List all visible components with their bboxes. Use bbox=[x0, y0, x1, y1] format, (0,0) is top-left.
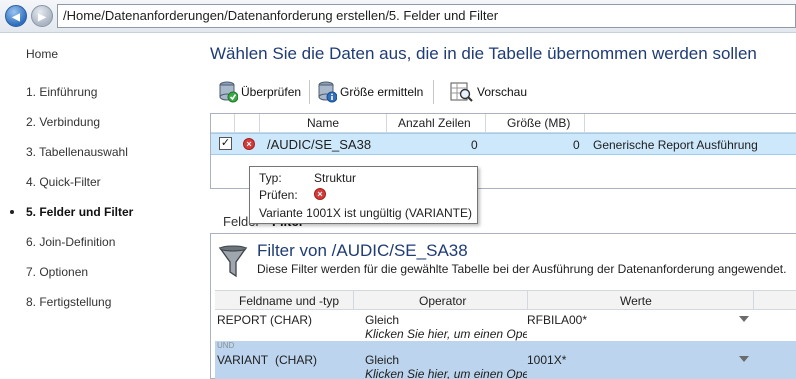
check-button[interactable]: Überprüfen bbox=[218, 79, 301, 105]
operator-hint[interactable]: Klicken Sie hier, um einen Operator bbox=[365, 367, 527, 379]
sidebar-item-quick-filter[interactable]: 4. Quick-Filter bbox=[26, 175, 101, 189]
back-arrow-icon: ◀ bbox=[12, 12, 20, 23]
page-title: Wählen Sie die Daten aus, die in die Tab… bbox=[210, 44, 757, 63]
sidebar-item-optionen[interactable]: 7. Optionen bbox=[26, 265, 88, 279]
value-dropdown-arrow-icon[interactable] bbox=[739, 356, 749, 362]
field-type: (CHAR) bbox=[275, 353, 317, 367]
connector-label: UND bbox=[217, 341, 235, 350]
filter-description: Diese Filter werden für die gewählte Tab… bbox=[257, 262, 787, 276]
table-name: /AUDIC/SE_SA38 bbox=[267, 137, 372, 152]
column-header-values[interactable]: Werte bbox=[620, 294, 652, 308]
database-check-icon bbox=[219, 81, 238, 103]
column-divider bbox=[259, 114, 260, 133]
filter-value[interactable]: RFBILA00* bbox=[527, 313, 587, 327]
sidebar-item-felder-und-filter[interactable]: 5. Felder und Filter bbox=[26, 205, 133, 219]
table-row[interactable]: ✓ × /AUDIC/SE_SA38 0 0 Generische Report… bbox=[211, 133, 796, 155]
toolbar-separator bbox=[433, 80, 434, 104]
preview-magnifier-icon bbox=[450, 82, 473, 102]
size-mb: 0 bbox=[573, 138, 580, 152]
value-dropdown-arrow-icon[interactable] bbox=[739, 316, 749, 322]
column-header-operator[interactable]: Operator bbox=[419, 294, 466, 308]
determine-size-label: Größe ermitteln bbox=[340, 85, 424, 99]
grid-header: Name Anzahl Zeilen Größe (MB) bbox=[211, 114, 796, 133]
filter-title: Filter von /AUDIC/SE_SA38 bbox=[257, 241, 468, 260]
sidebar-item-tabellenauswahl[interactable]: 3. Tabellenauswahl bbox=[26, 145, 128, 159]
column-header-name[interactable]: Name bbox=[307, 116, 339, 130]
toolbar-separator bbox=[309, 80, 310, 104]
field-name: REPORT bbox=[217, 313, 267, 327]
tooltip-type-label: Typ: bbox=[259, 171, 282, 185]
column-divider bbox=[485, 114, 486, 133]
row-count: 0 bbox=[471, 138, 478, 152]
filter-row[interactable]: REPORT (CHAR) Gleich Klicken Sie hier, u… bbox=[215, 311, 796, 341]
error-icon: × bbox=[243, 138, 255, 150]
tooltip-check-label: Prüfen: bbox=[259, 188, 298, 202]
check-button-label: Überprüfen bbox=[241, 85, 302, 99]
forward-arrow-icon: ▶ bbox=[38, 12, 46, 23]
filter-panel: Filter von /AUDIC/SE_SA38 Diese Filter w… bbox=[210, 233, 796, 379]
tooltip-type-value: Struktur bbox=[314, 171, 357, 185]
column-divider bbox=[584, 114, 585, 133]
field-name: VARIANT bbox=[217, 353, 269, 367]
sidebar-item-home[interactable]: Home bbox=[26, 47, 58, 61]
sidebar-item-fertigstellung[interactable]: 8. Fertigstellung bbox=[26, 295, 111, 309]
filter-row[interactable]: UND VARIANT (CHAR) Gleich Klicken Sie hi… bbox=[215, 341, 796, 379]
address-bar[interactable]: /Home/Datenanforderungen/Datenanforderun… bbox=[57, 4, 796, 28]
operator-hint[interactable]: Klicken Sie hier, um einen Operator bbox=[365, 327, 527, 341]
column-header-rows[interactable]: Anzahl Zeilen bbox=[398, 116, 471, 130]
operator-value[interactable]: Gleich bbox=[365, 313, 399, 327]
database-info-icon bbox=[318, 81, 337, 103]
forward-button[interactable]: ▶ bbox=[31, 5, 53, 27]
validation-tooltip: Typ: Struktur Prüfen: × Variante 1001X i… bbox=[249, 166, 478, 224]
error-icon: × bbox=[314, 188, 326, 200]
column-header-size[interactable]: Größe (MB) bbox=[507, 116, 570, 130]
column-divider bbox=[753, 291, 754, 310]
column-divider bbox=[386, 114, 387, 133]
sidebar-item-einfuehrung[interactable]: 1. Einführung bbox=[26, 85, 97, 99]
row-checkbox[interactable]: ✓ bbox=[219, 137, 232, 150]
tooltip-message: Variante 1001X ist ungültig (VARIANTE) bbox=[259, 206, 472, 220]
table-description: Generische Report Ausführung bbox=[593, 138, 758, 152]
active-step-bullet bbox=[10, 210, 14, 214]
operator-value[interactable]: Gleich bbox=[365, 353, 399, 367]
column-divider bbox=[527, 291, 528, 310]
preview-button[interactable]: Vorschau bbox=[450, 79, 527, 105]
determine-size-button[interactable]: Größe ermitteln bbox=[317, 79, 423, 105]
field-type: (CHAR) bbox=[270, 313, 312, 327]
wizard-sidebar: Home 1. Einführung 2. Verbindung 3. Tabe… bbox=[0, 33, 196, 379]
back-button[interactable]: ◀ bbox=[5, 5, 27, 27]
column-divider bbox=[353, 291, 354, 310]
column-divider bbox=[234, 114, 235, 133]
column-header-field[interactable]: Feldname und -typ bbox=[239, 294, 339, 308]
navigation-bar: ◀ ▶ /Home/Datenanforderungen/Datenanford… bbox=[0, 0, 796, 33]
funnel-icon bbox=[218, 245, 248, 278]
sidebar-item-join-definition[interactable]: 6. Join-Definition bbox=[26, 235, 115, 249]
sidebar-item-verbindung[interactable]: 2. Verbindung bbox=[26, 115, 100, 129]
filter-grid-header: Feldname und -typ Operator Werte bbox=[215, 290, 796, 310]
preview-label: Vorschau bbox=[477, 85, 528, 99]
filter-value[interactable]: 1001X* bbox=[527, 353, 566, 367]
